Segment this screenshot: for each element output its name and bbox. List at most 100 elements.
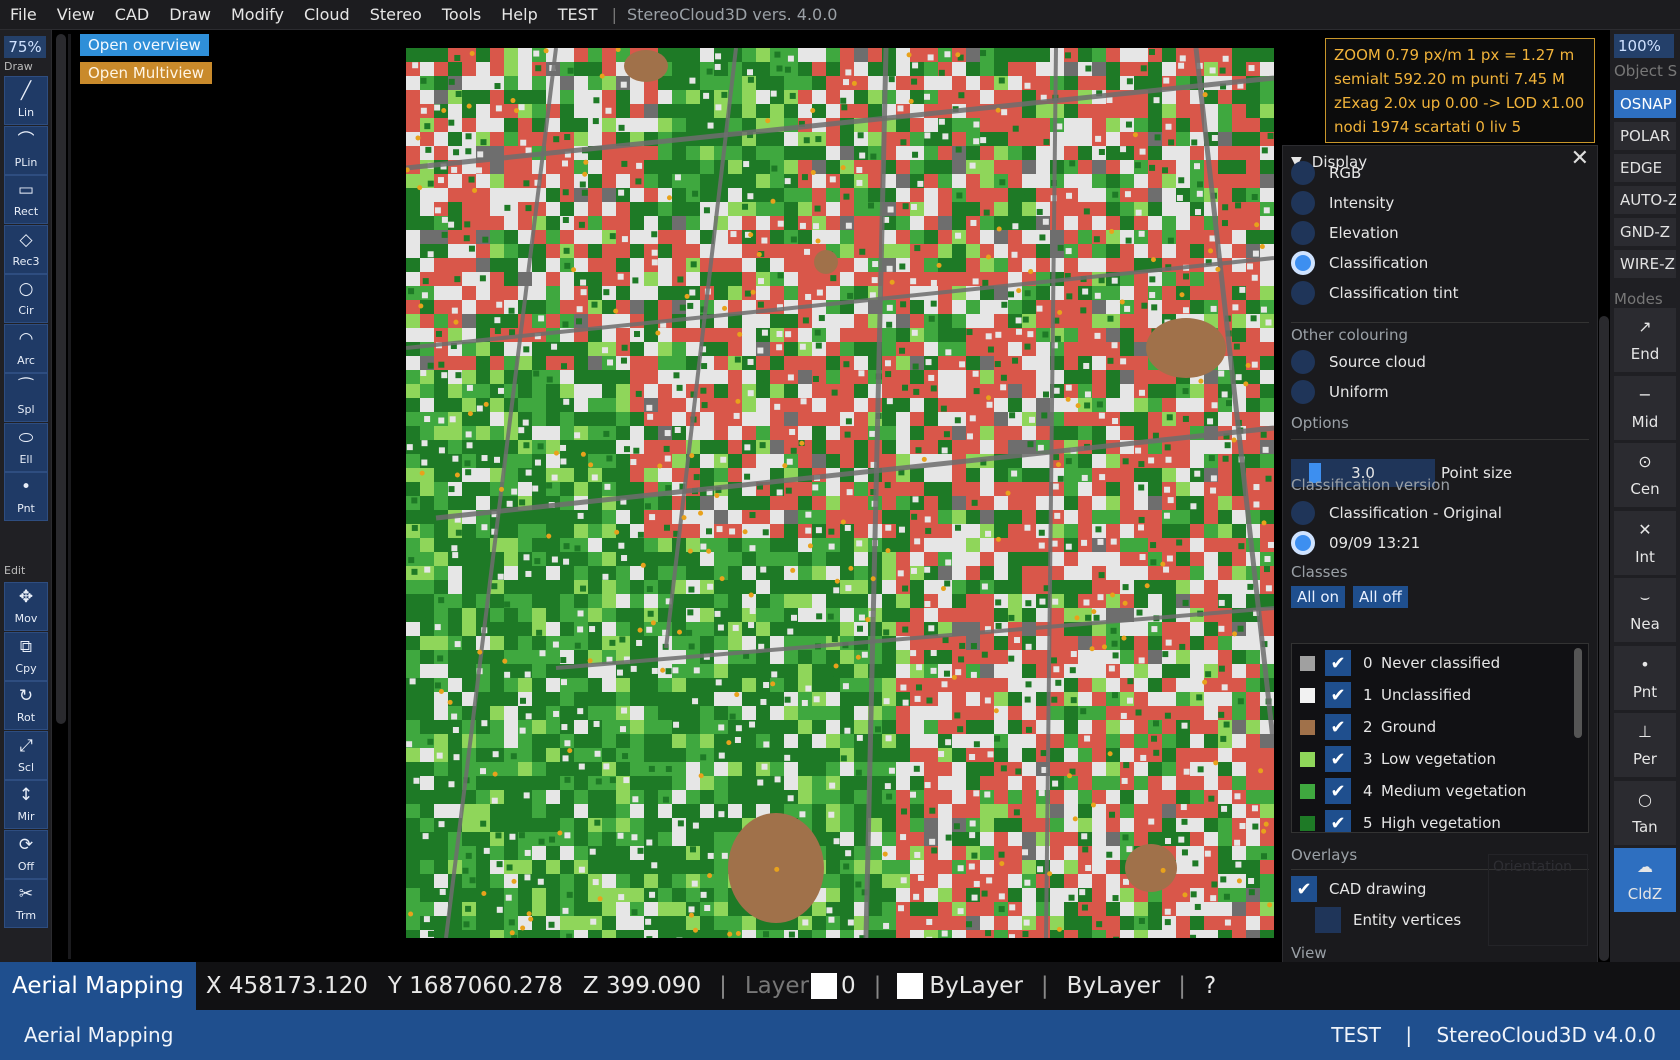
scl-tool-button[interactable]: ⤢ Scl [4,730,48,780]
entity-vertices-checkbox[interactable] [1315,907,1341,933]
radio-selected-icon[interactable] [1291,251,1315,275]
radio-selected-icon[interactable] [1291,531,1315,555]
per-tool-button[interactable]: ⊥ Per [1614,713,1676,777]
mid-tool-button[interactable]: − Mid [1614,375,1676,440]
radio-empty-icon[interactable] [1291,161,1315,185]
radio-classification-original[interactable]: Classification - Original [1291,498,1502,528]
class-checkbox[interactable]: ✔ [1325,778,1351,804]
menu-help[interactable]: Help [491,5,547,24]
off-tool-button[interactable]: ⟳ Off [4,829,48,879]
radio-empty-icon[interactable] [1291,350,1315,374]
close-icon[interactable]: ✕ [1571,148,1589,170]
linetype-bylayer[interactable]: ByLayer [1057,973,1171,999]
cad-drawing-checkbox[interactable]: ✔ [1291,876,1317,902]
menu-cloud[interactable]: Cloud [294,5,360,24]
class-color-swatch[interactable] [1300,719,1315,735]
end-tool-button[interactable]: ↗ End [1614,308,1676,372]
all-on-button[interactable]: All on [1291,586,1346,608]
zoom-level[interactable]: 75% [4,36,46,58]
ell-tool-button[interactable]: ⬭ Ell [4,422,48,472]
int-tool-button[interactable]: ✕ Int [1614,510,1676,575]
radio-intensity[interactable]: Intensity [1291,188,1394,218]
menu-modify[interactable]: Modify [221,5,294,24]
radio-source-cloud[interactable]: Source cloud [1291,347,1426,377]
radio-classification-tint[interactable]: Classification tint [1291,278,1458,308]
tool-label: Mov [14,612,38,625]
overlay-entity-vertices[interactable]: Entity vertices [1315,905,1461,935]
menu-cad[interactable]: CAD [105,5,159,24]
arc-tool-button[interactable]: ◠ Arc [4,323,48,373]
help-button[interactable]: ? [1194,973,1226,999]
radio-rgb[interactable]: RGB [1291,158,1361,188]
rect-tool-button[interactable]: ▭ Rect [4,175,48,224]
class-checkbox[interactable]: ✔ [1325,650,1351,676]
menu-view[interactable]: View [47,5,105,24]
radio-uniform[interactable]: Uniform [1291,377,1389,407]
class-color-swatch[interactable] [1300,687,1315,703]
radio-empty-icon[interactable] [1291,221,1315,245]
cir-tool-button[interactable]: ○ Cir [4,274,48,323]
radio-empty-icon[interactable] [1291,191,1315,215]
class-color-swatch[interactable] [1300,655,1315,671]
spl-tool-button[interactable]: ⁀ Spl [4,373,48,422]
class-list-scrollbar[interactable] [1574,648,1582,738]
mir-tool-button[interactable]: ↕ Mir [4,780,48,829]
plin-tool-button[interactable]: ⌒ PLin [4,125,48,175]
radio-empty-icon[interactable] [1291,501,1315,525]
mov-tool-button[interactable]: ✥ Mov [4,582,48,631]
class-row[interactable]: ✔ 0 Never classified [1292,648,1572,678]
class-checkbox[interactable]: ✔ [1325,682,1351,708]
radio-empty-icon[interactable] [1291,380,1315,404]
rot-tool-button[interactable]: ↻ Rot [4,681,48,730]
open-overview-button[interactable]: Open overview [80,34,209,56]
radio-09-09-13-21[interactable]: 09/09 13:21 [1291,528,1420,558]
wire-z-toggle[interactable]: WIRE-Z [1614,250,1676,278]
polar-toggle[interactable]: POLAR [1614,122,1676,150]
color-swatch[interactable] [897,973,924,999]
rec3-tool-button[interactable]: ◇ Rec3 [4,224,48,274]
class-row[interactable]: ✔ 2 Ground [1292,712,1572,742]
tan-tool-button[interactable]: ○ Tan [1614,780,1676,845]
color-bylayer[interactable]: ByLayer [923,973,1033,999]
edge-toggle[interactable]: EDGE [1614,154,1676,182]
trm-tool-button[interactable]: ✂ Trm [4,879,48,928]
panel-scrollbar[interactable] [1599,316,1609,961]
menu-draw[interactable]: Draw [159,5,221,24]
nea-tool-button[interactable]: ⌣ Nea [1614,578,1676,642]
class-color-swatch[interactable] [1300,751,1315,767]
draw-toolbar: 75% Draw ╱ Lin ⌒ PLin ▭ Rect ◇ Rec3 ○ Cir ◠ Arc ⁀ Spl… [0,30,52,962]
class-row[interactable]: ✔ 4 Medium vegetation [1292,776,1572,806]
menu-stereo[interactable]: Stereo [360,5,432,24]
layer-color-swatch[interactable] [811,973,837,999]
class-checkbox[interactable]: ✔ [1325,714,1351,740]
all-off-button[interactable]: All off [1353,586,1408,608]
cpy-tool-button[interactable]: ⧉ Cpy [4,631,48,681]
class-checkbox[interactable]: ✔ [1325,746,1351,772]
radio-classification[interactable]: Classification [1291,248,1428,278]
class-checkbox[interactable]: ✔ [1325,810,1351,832]
cldz-tool-button[interactable]: ☁ CldZ [1614,848,1676,912]
pnt-tool-button[interactable]: • Pnt [1614,645,1676,710]
lin-tool-button[interactable]: ╱ Lin [4,76,48,125]
menu-tools[interactable]: Tools [432,5,491,24]
radio-empty-icon[interactable] [1291,281,1315,305]
overlay-cad-drawing[interactable]: ✔ CAD drawing [1291,874,1426,904]
class-color-swatch[interactable] [1300,815,1315,831]
layer-value[interactable]: 0 [837,973,866,999]
class-row[interactable]: ✔ 3 Low vegetation [1292,744,1572,774]
class-row[interactable]: ✔ 5 High vegetation [1292,808,1572,832]
point-cloud-viewport[interactable] [406,48,1274,938]
auto-z-toggle[interactable]: AUTO-Z [1614,186,1676,214]
pnt-tool-button[interactable]: • Pnt [4,472,48,521]
gnd-z-toggle[interactable]: GND-Z [1614,218,1676,246]
osnap-toggle[interactable]: OSNAP [1614,90,1676,118]
class-row[interactable]: ✔ 1 Unclassified [1292,680,1572,710]
menu-file[interactable]: File [0,5,47,24]
cen-tool-button[interactable]: ⊙ Cen [1614,443,1676,507]
radio-elevation[interactable]: Elevation [1291,218,1399,248]
right-zoom-level[interactable]: 100% [1614,34,1674,58]
workspace-label[interactable]: Aerial Mapping [0,962,196,1010]
class-color-swatch[interactable] [1300,783,1315,799]
open-multiview-button[interactable]: Open Multiview [80,62,213,84]
left-scrollbar[interactable] [56,34,66,724]
